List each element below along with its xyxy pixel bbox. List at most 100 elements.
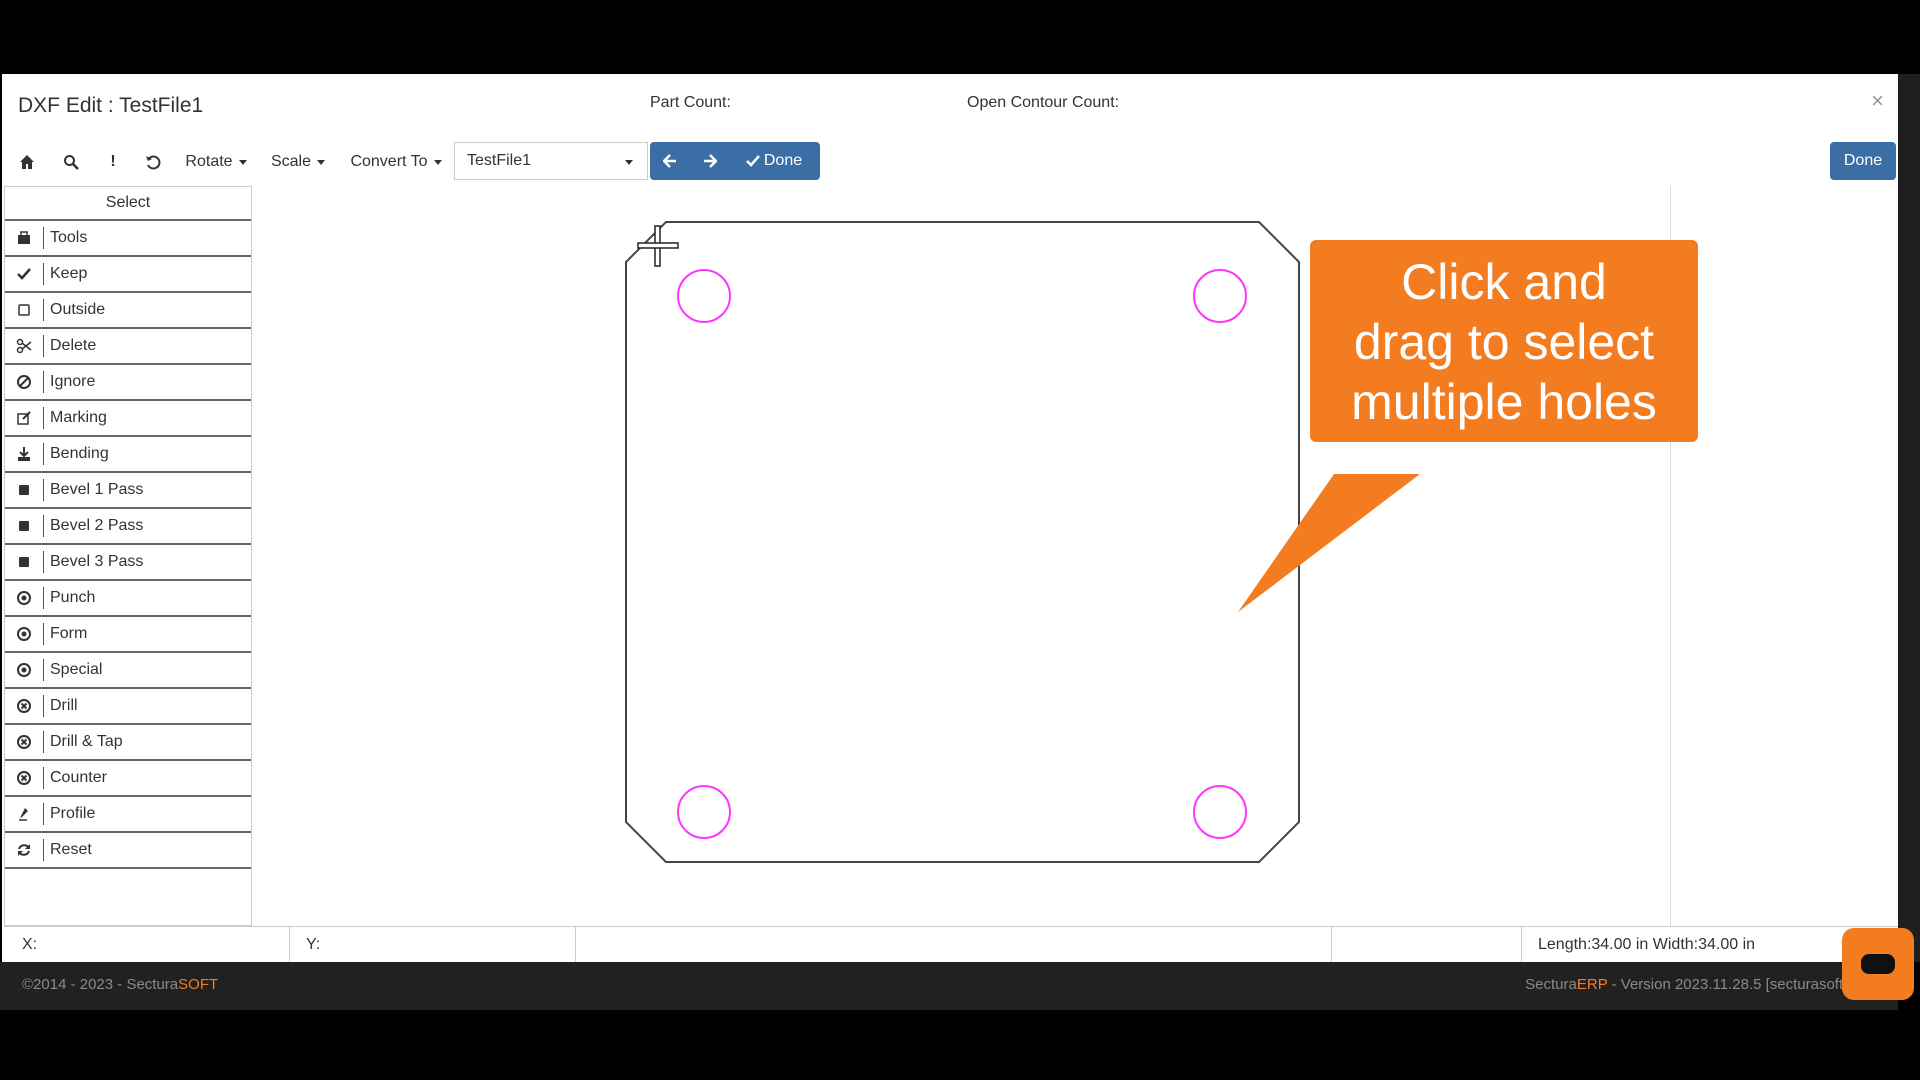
home-button[interactable] [12, 142, 42, 182]
sidebar-item-label: Punch [50, 589, 96, 606]
pin-icon [5, 803, 44, 825]
search-button[interactable] [56, 142, 86, 182]
crosshair-cursor-icon [637, 225, 679, 267]
dot-circle-icon [5, 623, 44, 645]
sidebar-list: Tools Keep Outside Delete Ignore Marking Bendi… [5, 221, 251, 869]
dxf-edit-modal: DXF Edit : TestFile1 Part Count: Open Co… [2, 74, 1900, 963]
chat-button[interactable] [1842, 928, 1914, 1000]
undo-button[interactable] [138, 142, 168, 182]
nav-button-group: Done [650, 142, 820, 180]
refresh-icon [5, 839, 44, 861]
x-circle-icon [5, 731, 44, 753]
toolbar: ! Rotate Scale Convert To [2, 142, 1898, 188]
search-icon [64, 155, 79, 170]
status-empty-2 [1332, 927, 1522, 963]
file-select-value: TestFile1 [467, 152, 532, 169]
sidebar-item-label: Reset [50, 841, 92, 858]
sidebar-item-label: Bevel 1 Pass [50, 481, 144, 498]
convert-to-dropdown[interactable]: Convert To [348, 142, 444, 182]
rotate-label: Rotate [185, 153, 233, 170]
sidebar-item-label: Form [50, 625, 88, 642]
check-icon [745, 155, 760, 167]
sidebar-item-label: Delete [50, 337, 97, 354]
callout-line-3: multiple holes [1351, 374, 1657, 430]
next-button[interactable] [690, 142, 730, 180]
square-icon [5, 551, 44, 573]
sidebar-item-punch[interactable]: Punch [5, 581, 251, 617]
top-letterbox [0, 0, 1920, 72]
page-scroll-strip [1898, 74, 1920, 962]
sidebar-item-tools[interactable]: Tools [5, 221, 251, 257]
toolbox-icon [5, 227, 44, 249]
hole-bottom-right[interactable] [1193, 785, 1247, 839]
home-icon [20, 155, 34, 169]
sidebar-header: Select [5, 187, 251, 221]
hole-top-right[interactable] [1193, 269, 1247, 323]
status-bar: X: Y: Length:34.00 in Width:34.00 in [4, 926, 1900, 963]
warnings-button[interactable]: ! [100, 142, 126, 182]
sidebar-item-label: Bevel 2 Pass [50, 517, 144, 534]
done-button[interactable]: Done [730, 142, 818, 180]
x-circle-icon [5, 695, 44, 717]
sidebar-item-drill[interactable]: Drill [5, 689, 251, 725]
part-outline[interactable] [625, 221, 1300, 863]
square-icon [5, 479, 44, 501]
select-sidebar: Select Tools Keep Outside Delete Ignore Marki… [4, 186, 252, 926]
sidebar-item-bending[interactable]: Bending [5, 437, 251, 473]
check-icon [5, 263, 44, 285]
sidebar-item-marking[interactable]: Marking [5, 401, 251, 437]
close-icon[interactable]: × [1871, 88, 1884, 114]
chevron-down-icon [238, 159, 247, 165]
chevron-down-icon [433, 159, 442, 165]
sidebar-item-drill-and-tap[interactable]: Drill & Tap [5, 725, 251, 761]
sidebar-item-bevel-3-pass[interactable]: Bevel 3 Pass [5, 545, 251, 581]
arrow-right-icon [704, 154, 717, 168]
callout-pointer [1238, 474, 1420, 612]
sidebar-item-profile[interactable]: Profile [5, 797, 251, 833]
undo-icon [146, 155, 161, 170]
file-select[interactable]: TestFile1 [454, 142, 648, 180]
sidebar-item-label: Outside [50, 301, 106, 318]
square-outline-icon [5, 299, 44, 321]
previous-button[interactable] [650, 142, 690, 180]
part-count-label: Part Count: [650, 94, 731, 111]
chevron-down-icon [317, 159, 326, 165]
sidebar-item-label: Keep [50, 265, 88, 282]
sidebar-item-label: Special [50, 661, 103, 678]
sidebar-item-form[interactable]: Form [5, 617, 251, 653]
sidebar-item-bevel-1-pass[interactable]: Bevel 1 Pass [5, 473, 251, 509]
sidebar-item-label: Drill & Tap [50, 733, 123, 750]
sidebar-item-label: Bending [50, 445, 109, 462]
hole-top-left[interactable] [677, 269, 731, 323]
sidebar-item-outside[interactable]: Outside [5, 293, 251, 329]
sidebar-item-label: Counter [50, 769, 107, 786]
convert-to-label: Convert To [350, 153, 428, 170]
chat-icon [1861, 954, 1895, 974]
sidebar-item-special[interactable]: Special [5, 653, 251, 689]
modal-title: DXF Edit : TestFile1 [18, 94, 204, 117]
edit-icon [5, 407, 44, 429]
hole-bottom-left[interactable] [677, 785, 731, 839]
sidebar-item-delete[interactable]: Delete [5, 329, 251, 365]
scissors-icon [5, 335, 44, 357]
chevron-down-icon [625, 160, 633, 165]
sidebar-item-keep[interactable]: Keep [5, 257, 251, 293]
rotate-dropdown[interactable]: Rotate [182, 142, 250, 182]
exclamation-icon: ! [110, 153, 116, 170]
ban-icon [5, 371, 44, 393]
done-right-button[interactable]: Done [1830, 142, 1896, 180]
dot-circle-icon [5, 587, 44, 609]
sidebar-item-label: Drill [50, 697, 78, 714]
scale-dropdown[interactable]: Scale [268, 142, 328, 182]
callout-line-1: Click and [1401, 254, 1607, 310]
sidebar-item-label: Ignore [50, 373, 96, 390]
version-brand: Sectura [1525, 976, 1577, 993]
instruction-callout: Click and drag to select multiple holes [1310, 240, 1698, 442]
x-circle-icon [5, 767, 44, 789]
sidebar-item-reset[interactable]: Reset [5, 833, 251, 869]
sidebar-item-ignore[interactable]: Ignore [5, 365, 251, 401]
x-coordinate: X: [4, 927, 290, 963]
sidebar-item-label: Profile [50, 805, 96, 822]
sidebar-item-bevel-2-pass[interactable]: Bevel 2 Pass [5, 509, 251, 545]
sidebar-item-counter[interactable]: Counter [5, 761, 251, 797]
